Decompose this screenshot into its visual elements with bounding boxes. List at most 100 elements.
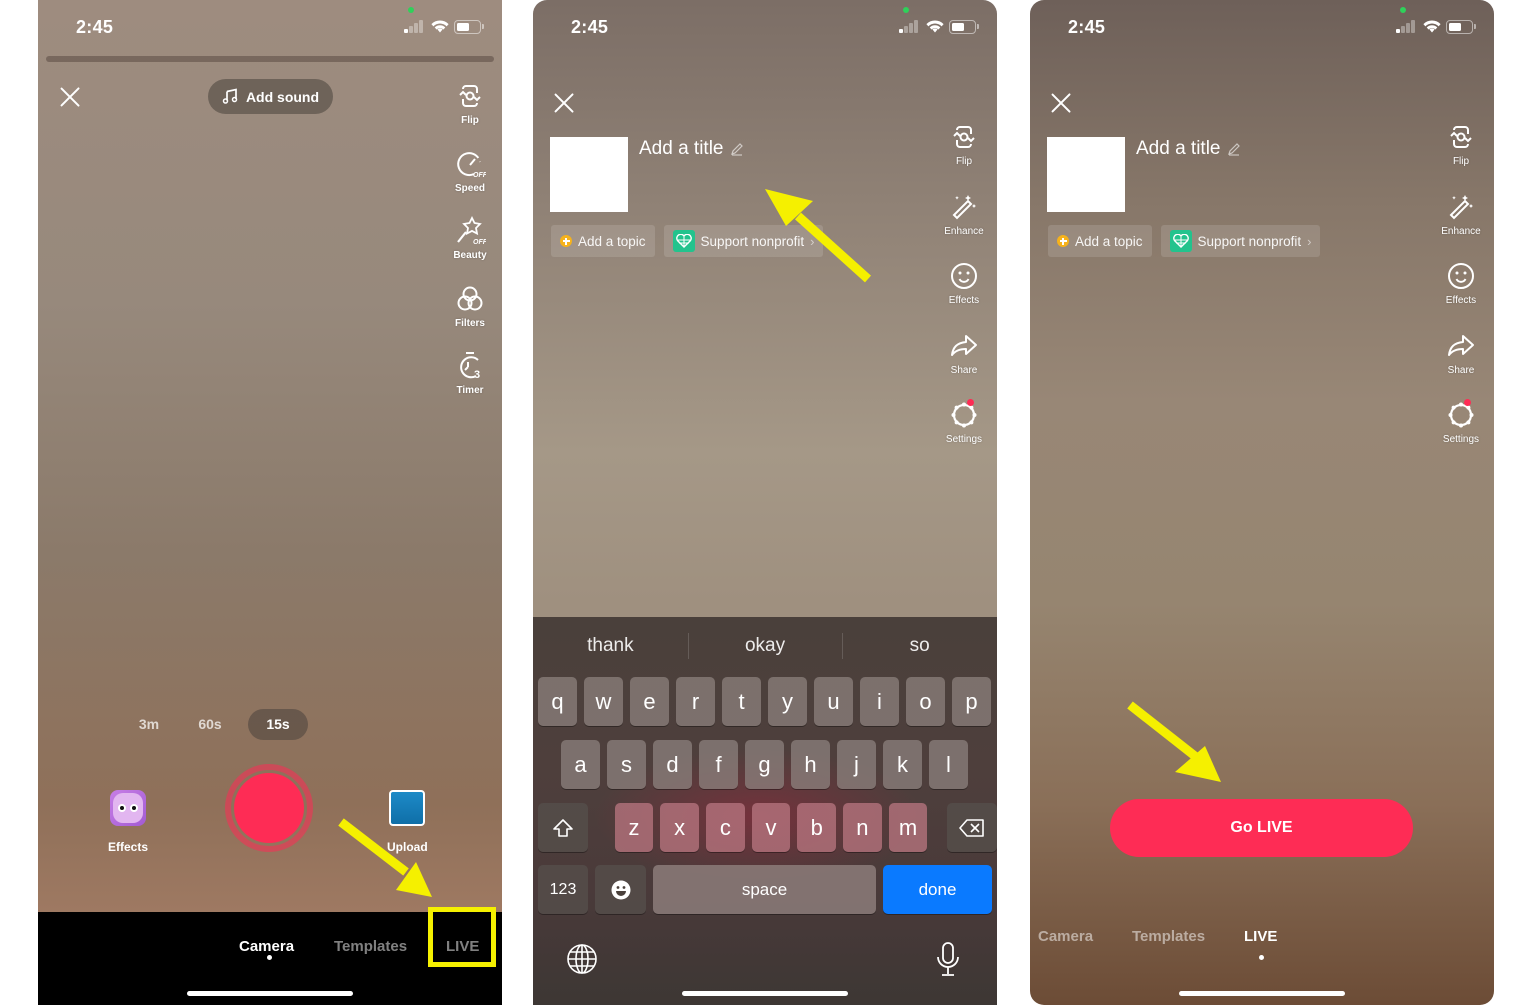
go-live-button[interactable]: Go LIVE <box>1110 799 1413 857</box>
space-key[interactable]: space <box>653 865 876 914</box>
tab-camera[interactable]: Camera <box>239 938 294 955</box>
camera-screen: 2:45 Add sound Flip OFF Speed OFF Beauty… <box>38 0 502 1005</box>
cellular-signal-icon <box>899 20 919 33</box>
suggestion[interactable]: so <box>842 631 997 661</box>
tab-camera[interactable]: Camera <box>1038 928 1093 945</box>
shift-key[interactable] <box>538 803 588 852</box>
key-x[interactable]: x <box>660 803 699 852</box>
keyboard-row-4: 123 space done <box>533 865 997 914</box>
key-b[interactable]: b <box>797 803 837 852</box>
enhance-button[interactable]: Enhance <box>944 191 984 261</box>
cover-thumbnail[interactable] <box>550 137 628 212</box>
key-m[interactable]: m <box>888 803 928 852</box>
key-c[interactable]: c <box>705 803 745 852</box>
key-n[interactable]: n <box>843 803 882 852</box>
key-q[interactable]: q <box>538 677 577 726</box>
tab-live[interactable]: LIVE <box>1244 928 1277 945</box>
key-t[interactable]: t <box>722 677 761 726</box>
battery-icon <box>454 20 484 34</box>
globe-icon[interactable] <box>566 943 598 975</box>
cellular-signal-icon <box>404 20 424 33</box>
emoji-icon <box>611 880 630 899</box>
key-a[interactable]: a <box>561 740 600 789</box>
key-z[interactable]: z <box>614 803 654 852</box>
chips-row: Add a topic Support nonprofit › <box>551 225 824 257</box>
notification-dot <box>1464 399 1472 406</box>
key-w[interactable]: w <box>584 677 623 726</box>
filters-button[interactable]: Filters <box>454 283 486 351</box>
microphone-icon[interactable] <box>934 941 962 977</box>
live-tab-highlight-box <box>428 907 496 967</box>
key-h[interactable]: h <box>791 740 830 789</box>
duration-60s[interactable]: 60s <box>172 709 248 740</box>
key-j[interactable]: j <box>837 740 876 789</box>
flip-button[interactable]: Flip <box>1445 121 1477 191</box>
duration-3m[interactable]: 3m <box>126 709 172 740</box>
filters-icon <box>457 286 483 310</box>
suggestion[interactable]: okay <box>687 631 843 661</box>
enhance-label: Enhance <box>944 225 984 237</box>
add-topic-chip[interactable]: Add a topic <box>1048 225 1152 257</box>
tab-templates[interactable]: Templates <box>1132 928 1205 945</box>
effects-button[interactable]: Effects <box>1445 260 1477 330</box>
record-button[interactable] <box>225 764 313 852</box>
effects-thumbnail-icon <box>110 790 146 826</box>
filters-label: Filters <box>454 317 485 329</box>
cellular-signal-icon <box>1396 20 1416 33</box>
beauty-icon: OFF <box>457 215 486 246</box>
flip-button[interactable]: Flip <box>948 121 980 191</box>
numbers-key[interactable]: 123 <box>538 865 588 914</box>
support-nonprofit-label: Support nonprofit <box>700 233 805 249</box>
tab-templates[interactable]: Templates <box>334 938 407 955</box>
upload-button[interactable]: Upload <box>387 790 428 854</box>
plus-icon <box>1057 235 1069 247</box>
key-s[interactable]: s <box>607 740 646 789</box>
title-input[interactable]: Add a title <box>1136 138 1241 160</box>
emoji-key[interactable] <box>595 865 646 914</box>
settings-button[interactable]: Settings <box>1443 399 1479 469</box>
title-input[interactable]: Add a title <box>639 138 744 160</box>
settings-button[interactable]: Settings <box>946 399 982 469</box>
title-placeholder: Add a title <box>639 138 724 159</box>
key-p[interactable]: p <box>952 677 991 726</box>
key-o[interactable]: o <box>906 677 945 726</box>
effects-smiley-icon <box>951 263 977 289</box>
key-r[interactable]: r <box>676 677 715 726</box>
speed-button[interactable]: OFF Speed <box>454 148 486 216</box>
timer-button[interactable]: 3 Timer <box>454 350 486 418</box>
suggestion[interactable]: thank <box>533 631 688 661</box>
key-e[interactable]: e <box>630 677 669 726</box>
key-v[interactable]: v <box>751 803 791 852</box>
duration-15s[interactable]: 15s <box>248 709 308 740</box>
key-d[interactable]: d <box>653 740 692 789</box>
key-f[interactable]: f <box>699 740 738 789</box>
key-g[interactable]: g <box>745 740 784 789</box>
recording-progress-bar <box>46 56 494 62</box>
flip-button[interactable]: Flip <box>454 80 486 148</box>
close-icon[interactable] <box>58 85 82 109</box>
add-topic-chip[interactable]: Add a topic <box>551 225 655 257</box>
backspace-key[interactable] <box>947 803 997 852</box>
key-i[interactable]: i <box>860 677 899 726</box>
effects-button[interactable]: Effects <box>948 260 980 330</box>
share-button[interactable]: Share <box>1445 330 1477 400</box>
key-u[interactable]: u <box>814 677 853 726</box>
settings-label: Settings <box>945 434 983 445</box>
key-k[interactable]: k <box>883 740 922 789</box>
close-icon[interactable] <box>552 91 576 115</box>
close-icon[interactable] <box>1049 91 1073 115</box>
key-l[interactable]: l <box>929 740 968 789</box>
cover-thumbnail[interactable] <box>1047 137 1125 212</box>
camera-indicator-icon <box>1400 7 1406 13</box>
add-sound-button[interactable]: Add sound <box>208 79 333 114</box>
effects-button[interactable]: Effects <box>108 790 148 854</box>
done-key[interactable]: done <box>883 865 992 914</box>
support-nonprofit-chip[interactable]: Support nonprofit › <box>1160 225 1321 257</box>
key-y[interactable]: y <box>768 677 807 726</box>
share-button[interactable]: Share <box>948 330 980 400</box>
support-nonprofit-chip[interactable]: Support nonprofit › <box>663 225 824 257</box>
add-topic-label: Add a topic <box>1075 233 1143 249</box>
beauty-button[interactable]: OFF Beauty <box>453 215 487 283</box>
enhance-button[interactable]: Enhance <box>1441 191 1481 261</box>
music-note-icon <box>222 88 238 104</box>
